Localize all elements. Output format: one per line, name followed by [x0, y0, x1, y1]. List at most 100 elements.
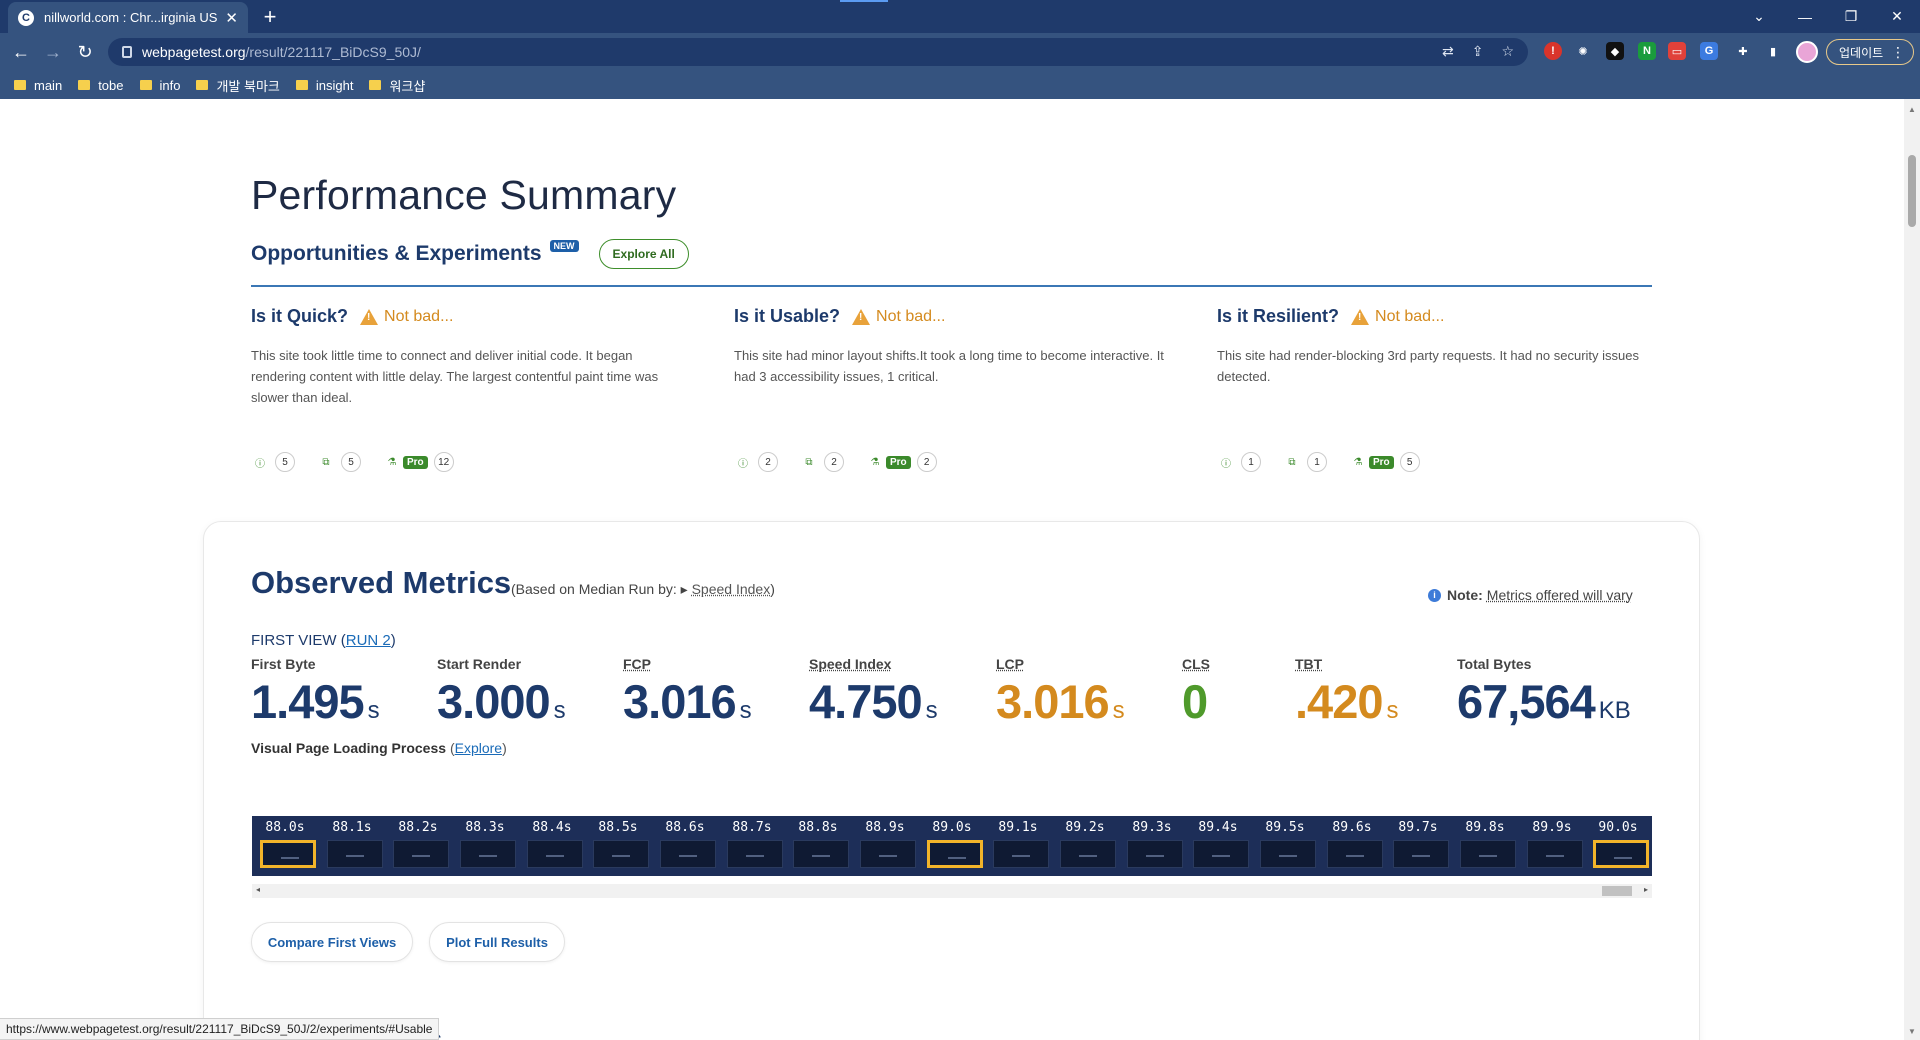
- extension-gear-icon[interactable]: ✺: [1574, 42, 1592, 60]
- frame-thumbnail[interactable]: [660, 840, 716, 868]
- frame-thumbnail[interactable]: [1593, 840, 1649, 868]
- frame-thumbnail[interactable]: [793, 840, 849, 868]
- filmstrip-frame[interactable]: 89.7s: [1385, 816, 1451, 876]
- filmstrip[interactable]: 88.0s 88.1s 88.2s 88.3s 88.4s 88.5s 88.6s 88.7s…: [252, 816, 1652, 876]
- extension-dark-icon[interactable]: ◆: [1606, 42, 1624, 60]
- extension-cast-icon[interactable]: ▭: [1668, 42, 1686, 60]
- usable-question[interactable]: Is it Usable?: [734, 306, 840, 327]
- frame-thumbnail[interactable]: [527, 840, 583, 868]
- restore-icon[interactable]: ❐: [1828, 0, 1874, 33]
- frame-thumbnail[interactable]: [1127, 840, 1183, 868]
- frame-thumbnail[interactable]: [860, 840, 916, 868]
- filmstrip-frame[interactable]: 88.4s: [519, 816, 585, 876]
- frame-thumbnail[interactable]: [1193, 840, 1249, 868]
- filmstrip-frame[interactable]: 89.4s: [1185, 816, 1251, 876]
- frame-thumbnail[interactable]: [460, 840, 516, 868]
- compare-first-views-button[interactable]: Compare First Views: [251, 922, 413, 962]
- filmstrip-frame[interactable]: 88.2s: [385, 816, 451, 876]
- update-button[interactable]: 업데이트 ⋮: [1826, 39, 1914, 65]
- new-tab-icon[interactable]: +: [258, 4, 282, 30]
- frame-thumbnail[interactable]: [727, 840, 783, 868]
- explore-link[interactable]: Explore: [455, 740, 502, 756]
- scroll-left-icon[interactable]: ◂: [256, 885, 260, 894]
- address-bar[interactable]: webpagetest.org /result/221117_BiDcS9_50…: [108, 38, 1528, 66]
- lock-icon[interactable]: [122, 46, 132, 58]
- bookmark-folder[interactable]: main: [14, 78, 62, 93]
- minimize-icon[interactable]: —: [1782, 0, 1828, 33]
- filmstrip-frame[interactable]: 89.2s: [1052, 816, 1118, 876]
- menu-dots-icon[interactable]: ⋮: [1891, 44, 1905, 61]
- frame-thumbnail[interactable]: [1327, 840, 1383, 868]
- frame-thumbnail[interactable]: [993, 840, 1049, 868]
- explore-all-button[interactable]: Explore All: [598, 239, 689, 269]
- extensions-puzzle-icon[interactable]: ✚: [1734, 42, 1752, 60]
- run-link[interactable]: RUN 2: [346, 632, 391, 649]
- metric-label[interactable]: FCP: [623, 656, 752, 672]
- frame-thumbnail[interactable]: [1527, 840, 1583, 868]
- frame-thumbnail[interactable]: [1393, 840, 1449, 868]
- close-window-icon[interactable]: ✕: [1874, 0, 1920, 33]
- browser-tab[interactable]: C nillworld.com : Chr...irginia USA ✕: [8, 2, 248, 33]
- filmstrip-frame[interactable]: 89.0s: [919, 816, 985, 876]
- filmstrip-frame[interactable]: 88.1s: [319, 816, 385, 876]
- page-scrollbar-thumb[interactable]: [1908, 155, 1916, 227]
- extension-adblock-icon[interactable]: !: [1544, 42, 1562, 60]
- page-scrollbar[interactable]: ▲ ▼: [1904, 99, 1920, 1040]
- profile-avatar[interactable]: [1796, 41, 1818, 63]
- frame-thumbnail[interactable]: [393, 840, 449, 868]
- speed-index-link[interactable]: Speed Index: [692, 581, 771, 597]
- filmstrip-frame[interactable]: 88.0s: [252, 816, 318, 876]
- bookmark-star-icon[interactable]: ☆: [1501, 43, 1514, 60]
- side-panel-icon[interactable]: ▮: [1764, 42, 1782, 60]
- frame-thumbnail[interactable]: [1060, 840, 1116, 868]
- tab-search-icon[interactable]: ⌄: [1736, 0, 1782, 33]
- extension-naver-icon[interactable]: N: [1638, 42, 1656, 60]
- filmstrip-frame[interactable]: 88.7s: [719, 816, 785, 876]
- frame-thumbnail[interactable]: [1460, 840, 1516, 868]
- frame-thumbnail[interactable]: [260, 840, 316, 868]
- quick-question[interactable]: Is it Quick?: [251, 306, 348, 327]
- note-text[interactable]: Metrics offered will vary: [1487, 587, 1633, 603]
- metric-label[interactable]: Speed Index: [809, 656, 938, 672]
- bookmark-folder[interactable]: 개발 북마크: [196, 76, 280, 95]
- frame-thumbnail[interactable]: [593, 840, 649, 868]
- resilient-experiment-counts[interactable]: ⓘ 1 ⧉ 1 ⚗ Pro 5: [1217, 452, 1436, 472]
- filmstrip-frame[interactable]: 89.1s: [985, 816, 1051, 876]
- scroll-down-icon[interactable]: ▼: [1908, 1027, 1916, 1036]
- metric-label[interactable]: CLS: [1182, 656, 1211, 672]
- filmstrip-frame[interactable]: 88.9s: [852, 816, 918, 876]
- frame-thumbnail[interactable]: [1260, 840, 1316, 868]
- bookmark-folder[interactable]: tobe: [78, 78, 124, 93]
- bookmark-folder[interactable]: insight: [295, 78, 353, 93]
- metric-label[interactable]: TBT: [1295, 656, 1398, 672]
- filmstrip-frame[interactable]: 88.3s: [452, 816, 518, 876]
- frame-thumbnail[interactable]: [927, 840, 983, 868]
- share-icon[interactable]: ⇪: [1472, 43, 1484, 60]
- plot-full-results-button[interactable]: Plot Full Results: [429, 922, 565, 962]
- forward-icon[interactable]: →: [40, 39, 66, 65]
- filmstrip-frame[interactable]: 88.5s: [585, 816, 651, 876]
- filmstrip-scrollbar[interactable]: ◂ ▸: [252, 884, 1652, 898]
- scroll-right-icon[interactable]: ▸: [1644, 885, 1648, 894]
- quick-experiment-counts[interactable]: ⓘ 5 ⧉ 5 ⚗ Pro 12: [251, 452, 470, 472]
- filmstrip-frame[interactable]: 89.6s: [1319, 816, 1385, 876]
- close-tab-icon[interactable]: ✕: [225, 9, 238, 27]
- metric-label[interactable]: LCP: [996, 656, 1125, 672]
- filmstrip-frame[interactable]: 89.5s: [1252, 816, 1318, 876]
- back-icon[interactable]: ←: [8, 39, 34, 65]
- reload-icon[interactable]: ↻: [72, 39, 98, 65]
- filmstrip-frame[interactable]: 89.9s: [1519, 816, 1585, 876]
- filmstrip-frame[interactable]: 90.0s: [1585, 816, 1651, 876]
- frame-thumbnail[interactable]: [327, 840, 383, 868]
- extension-translate-icon[interactable]: G: [1700, 42, 1718, 60]
- filmstrip-frame[interactable]: 89.8s: [1452, 816, 1518, 876]
- translate-icon[interactable]: ⇄: [1442, 43, 1454, 60]
- bookmark-folder[interactable]: 워크샵: [369, 76, 425, 95]
- scrollbar-thumb[interactable]: [1602, 886, 1632, 896]
- bookmark-folder[interactable]: info: [139, 78, 180, 93]
- resilient-question[interactable]: Is it Resilient?: [1217, 306, 1339, 327]
- scroll-up-icon[interactable]: ▲: [1908, 105, 1916, 114]
- filmstrip-frame[interactable]: 88.8s: [785, 816, 851, 876]
- filmstrip-frame[interactable]: 88.6s: [652, 816, 718, 876]
- filmstrip-frame[interactable]: 89.3s: [1119, 816, 1185, 876]
